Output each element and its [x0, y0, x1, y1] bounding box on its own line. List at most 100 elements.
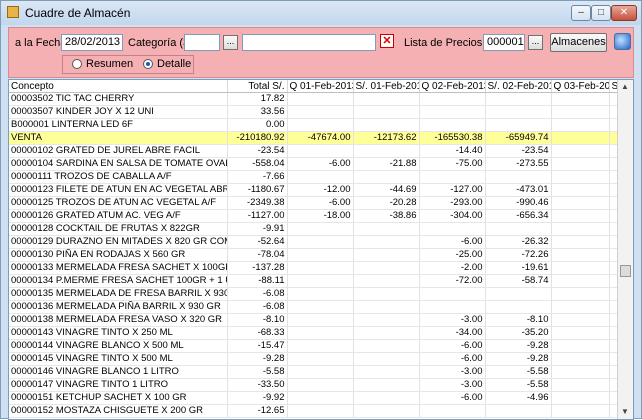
table-cell	[551, 118, 610, 132]
table-cell: -273.55	[485, 157, 552, 171]
table-cell	[353, 326, 420, 340]
table-cell: 00000144 VINAGRE BLANCO X 500 ML	[9, 339, 228, 353]
table-cell	[609, 378, 618, 392]
categoria-code-input[interactable]	[184, 34, 220, 51]
table-cell	[609, 92, 618, 106]
table-row[interactable]: 00000135 MERMELADA DE FRESA BARRIL X 930…	[9, 287, 618, 301]
table-cell: -26.32	[485, 235, 552, 249]
table-cell: 00000147 VINAGRE TINTO 1 LITRO	[9, 378, 228, 392]
table-cell	[609, 365, 618, 379]
table-row[interactable]: 00000151 KETCHUP SACHET X 100 GR -9.92 -6.…	[9, 391, 618, 405]
table-row[interactable]: 00000104 SARDINA EN SALSA DE TOMATE OVAL…	[9, 157, 618, 171]
scroll-thumb[interactable]	[620, 265, 631, 277]
table-cell	[287, 365, 354, 379]
table-row[interactable]: 00000143 VINAGRE TINTO X 250 ML -68.33 -34…	[9, 326, 618, 340]
table-cell	[609, 105, 618, 119]
table-cell: -5.58	[227, 365, 288, 379]
lista-precios-input[interactable]: 000001	[483, 34, 525, 51]
table-row[interactable]: B000001 LINTERNA LED 6F 0.00	[9, 118, 618, 132]
table-row[interactable]: 00000134 P.MERME FRESA SACHET 100GR + 1 …	[9, 274, 618, 288]
table-cell	[609, 326, 618, 340]
table-cell: -1127.00	[227, 209, 288, 223]
lista-precios-browse-button[interactable]: ...	[528, 35, 543, 50]
column-header[interactable]: Q 03-Feb-2013	[551, 80, 610, 93]
categoria-browse-button[interactable]: ...	[223, 35, 238, 50]
detalle-radio[interactable]	[143, 59, 153, 69]
app-icon	[7, 6, 19, 18]
table-cell: 17.82	[227, 92, 288, 106]
table-row[interactable]: 00000126 GRATED ATUM AC. VEG A/F -1127.00…	[9, 209, 618, 223]
table-row[interactable]: 00000128 COCKTAIL DE FRUTAS X 822GR -9.91	[9, 222, 618, 236]
column-header[interactable]: Q 01-Feb-2013	[287, 80, 354, 93]
table-cell: -6.08	[227, 300, 288, 314]
table-cell	[551, 404, 610, 418]
table-row[interactable]: 00000152 MOSTAZA CHISGUETE X 200 GR -12.6…	[9, 404, 618, 418]
almacenes-button[interactable]: Almacenes	[550, 33, 607, 52]
table-cell: 0.00	[227, 118, 288, 132]
clear-categoria-button[interactable]: ✕	[380, 34, 394, 48]
scroll-up-icon[interactable]: ▲	[620, 82, 630, 92]
table-cell	[287, 326, 354, 340]
table-cell: -6.00	[419, 339, 486, 353]
categoria-name-input[interactable]	[242, 34, 376, 51]
table-cell	[609, 352, 618, 366]
table-cell	[551, 248, 610, 262]
table-row[interactable]: 00000102 GRATED DE JUREL ABRE FACIL -23.5…	[9, 144, 618, 158]
table-cell: -47674.00	[287, 131, 354, 145]
table-cell	[485, 300, 552, 314]
resumen-radio[interactable]	[72, 59, 82, 69]
table-row[interactable]: 00000123 FILETE DE ATUN EN AC VEGETAL AB…	[9, 183, 618, 197]
table-row[interactable]: 00000129 DURAZNO EN MITADES X 820 GR COM…	[9, 235, 618, 249]
table-row[interactable]: 00000130 PIÑA EN RODAJAS X 560 GR -78.04 -…	[9, 248, 618, 262]
table-row[interactable]: 00000111 TROZOS DE CABALLA A/F -7.66	[9, 170, 618, 184]
table-cell: -52.64	[227, 235, 288, 249]
column-header[interactable]: Total S/.	[227, 80, 288, 93]
table-row[interactable]: 00003507 KINDER JOY X 12 UNI 33.56	[9, 105, 618, 119]
window-title: Cuadre de Almacén	[25, 6, 131, 20]
table-cell	[287, 404, 354, 418]
table-cell: -18.00	[287, 209, 354, 223]
table-row[interactable]: 00000125 TROZOS DE ATUN AC VEGETAL A/F -2…	[9, 196, 618, 210]
table-row[interactable]: 00000144 VINAGRE BLANCO X 500 ML -15.47 -6…	[9, 339, 618, 353]
table-cell	[287, 313, 354, 327]
table-cell: 33.56	[227, 105, 288, 119]
fecha-input[interactable]: 28/02/2013	[61, 34, 123, 51]
table-cell: 00000129 DURAZNO EN MITADES X 820 GR COM…	[9, 235, 228, 249]
table-cell	[485, 222, 552, 236]
scroll-down-icon[interactable]: ▼	[620, 407, 630, 417]
table-cell	[609, 209, 618, 223]
vertical-scrollbar[interactable]: ▲ ▼	[617, 80, 633, 419]
table-row[interactable]: 00000133 MERMELADA FRESA SACHET X 100GR -…	[9, 261, 618, 275]
column-header[interactable]: S/. 02-Feb-2013	[485, 80, 552, 93]
table-cell	[551, 313, 610, 327]
table-cell	[419, 404, 486, 418]
table-cell	[419, 170, 486, 184]
table-cell	[353, 391, 420, 405]
table-row[interactable]: 00000146 VINAGRE BLANCO 1 LITRO -5.58 -3.0…	[9, 365, 618, 379]
column-header[interactable]: Concepto	[9, 80, 228, 93]
table-cell: -293.00	[419, 196, 486, 210]
table-row[interactable]: VENTA -210180.92 -47674.00 -12173.62 -165530…	[9, 131, 618, 145]
table-cell: -72.26	[485, 248, 552, 262]
table-row[interactable]: 00003502 TIC TAC CHERRY 17.82	[9, 92, 618, 106]
table-cell	[609, 391, 618, 405]
column-header[interactable]: Q 02-Feb-2013	[419, 80, 486, 93]
table-cell	[551, 105, 610, 119]
globe-search-icon[interactable]	[614, 33, 631, 50]
column-header[interactable]: S	[609, 80, 618, 93]
maximize-button[interactable]: □	[591, 5, 611, 21]
table-row[interactable]: 00000147 VINAGRE TINTO 1 LITRO -33.50 -3.0…	[9, 378, 618, 392]
table-cell: -15.47	[227, 339, 288, 353]
close-button[interactable]: ✕	[611, 5, 637, 21]
table-cell	[609, 131, 618, 145]
table-cell: -6.00	[287, 157, 354, 171]
minimize-button[interactable]: –	[571, 5, 591, 21]
table-row[interactable]: 00000138 MERMELADA FRESA VASO X 320 GR -8…	[9, 313, 618, 327]
table-row[interactable]: 00000136 MERMELADA PIÑA BARRIL X 930 GR -…	[9, 300, 618, 314]
table-row[interactable]: 00000145 VINAGRE TINTO X 500 ML -9.28 -6.0…	[9, 352, 618, 366]
table-cell: 00000143 VINAGRE TINTO X 250 ML	[9, 326, 228, 340]
cuadre-table: Concepto Total S/. Q 01-Feb-2013 S/. 01-Feb…	[9, 80, 618, 418]
table-cell	[419, 287, 486, 301]
table-cell	[353, 92, 420, 106]
column-header[interactable]: S/. 01-Feb-2013	[353, 80, 420, 93]
